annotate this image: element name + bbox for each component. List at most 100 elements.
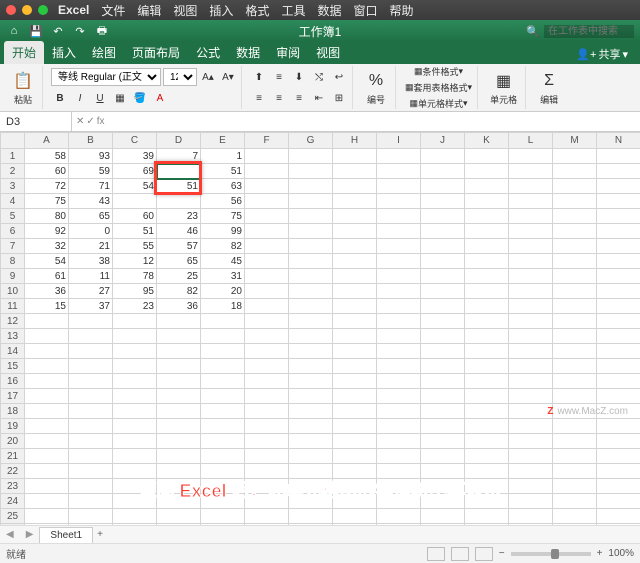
cell[interactable] xyxy=(25,359,69,374)
cell[interactable] xyxy=(245,359,289,374)
cell[interactable] xyxy=(333,404,377,419)
tab-review[interactable]: 审阅 xyxy=(268,41,308,64)
cell[interactable] xyxy=(465,299,509,314)
redo-icon[interactable]: ↷ xyxy=(72,23,88,39)
cell[interactable] xyxy=(553,269,597,284)
menu-data[interactable]: 数据 xyxy=(317,2,341,19)
row-header[interactable]: 25 xyxy=(1,509,25,524)
cell[interactable] xyxy=(421,359,465,374)
cell[interactable] xyxy=(465,404,509,419)
cell[interactable] xyxy=(553,344,597,359)
merge-button[interactable]: ⊞ xyxy=(330,89,348,107)
cell[interactable] xyxy=(289,254,333,269)
cell[interactable] xyxy=(465,509,509,524)
cell[interactable]: 72 xyxy=(25,179,69,194)
cell[interactable] xyxy=(421,284,465,299)
cell[interactable] xyxy=(553,224,597,239)
col-header[interactable]: G xyxy=(289,133,333,149)
cell[interactable]: 36 xyxy=(157,299,201,314)
cell[interactable] xyxy=(201,524,245,526)
cell[interactable] xyxy=(25,479,69,494)
cell[interactable] xyxy=(465,194,509,209)
cell[interactable] xyxy=(69,359,113,374)
cell[interactable] xyxy=(553,389,597,404)
cell[interactable] xyxy=(553,179,597,194)
cell[interactable] xyxy=(69,479,113,494)
cell[interactable] xyxy=(509,194,553,209)
menu-help[interactable]: 帮助 xyxy=(389,2,413,19)
cell[interactable] xyxy=(553,359,597,374)
cell[interactable] xyxy=(553,209,597,224)
cell[interactable] xyxy=(377,419,421,434)
cell[interactable] xyxy=(377,404,421,419)
cell[interactable] xyxy=(377,254,421,269)
cell[interactable] xyxy=(421,179,465,194)
cell[interactable] xyxy=(333,179,377,194)
align-center-icon[interactable]: ≡ xyxy=(270,89,288,107)
cell[interactable] xyxy=(289,344,333,359)
cell[interactable] xyxy=(157,524,201,526)
cell[interactable] xyxy=(509,224,553,239)
cell[interactable] xyxy=(421,509,465,524)
cell[interactable] xyxy=(25,344,69,359)
cell[interactable]: 57 xyxy=(157,239,201,254)
cell[interactable]: 36 xyxy=(25,284,69,299)
cell[interactable] xyxy=(25,404,69,419)
cell[interactable] xyxy=(509,164,553,179)
cell[interactable] xyxy=(509,374,553,389)
cell[interactable] xyxy=(553,479,597,494)
conditional-formatting-button[interactable]: ▦ 条件格式 ▾ xyxy=(404,64,473,79)
row-header[interactable]: 10 xyxy=(1,284,25,299)
cell[interactable] xyxy=(509,479,553,494)
cell[interactable]: 75 xyxy=(25,194,69,209)
cell[interactable] xyxy=(553,449,597,464)
cell[interactable] xyxy=(289,179,333,194)
cell[interactable] xyxy=(553,254,597,269)
align-top-icon[interactable]: ⬆ xyxy=(250,68,268,86)
row-header[interactable]: 5 xyxy=(1,209,25,224)
cell[interactable]: 51 xyxy=(157,179,201,194)
cell[interactable] xyxy=(289,509,333,524)
cell[interactable] xyxy=(421,149,465,164)
cell[interactable] xyxy=(245,344,289,359)
home-icon[interactable]: ⌂ xyxy=(6,23,22,39)
cell[interactable]: 0 xyxy=(69,224,113,239)
cell[interactable] xyxy=(421,314,465,329)
cell[interactable]: 60 xyxy=(25,164,69,179)
cell[interactable] xyxy=(597,254,640,269)
col-header[interactable]: E xyxy=(201,133,245,149)
cell[interactable] xyxy=(113,509,157,524)
row-header[interactable]: 21 xyxy=(1,449,25,464)
number-format-button[interactable]: % 编号 xyxy=(361,68,391,108)
share-button[interactable]: 👤+ 共享 ▾ xyxy=(570,44,634,64)
indent-dec-icon[interactable]: ⇤ xyxy=(310,89,328,107)
cell[interactable] xyxy=(597,149,640,164)
cell[interactable] xyxy=(333,359,377,374)
cell[interactable] xyxy=(553,164,597,179)
col-header[interactable]: J xyxy=(421,133,465,149)
fill-color-button[interactable]: 🪣 xyxy=(131,89,149,107)
cell[interactable] xyxy=(465,449,509,464)
cell[interactable] xyxy=(421,254,465,269)
row-header[interactable]: 1 xyxy=(1,149,25,164)
cell[interactable] xyxy=(289,224,333,239)
view-page-layout-button[interactable] xyxy=(451,547,469,561)
cell[interactable] xyxy=(597,419,640,434)
font-name-select[interactable]: 等线 Regular (正文) xyxy=(51,68,161,86)
cell[interactable] xyxy=(509,284,553,299)
cell[interactable]: 99 xyxy=(201,224,245,239)
cell[interactable] xyxy=(553,524,597,526)
cell[interactable] xyxy=(509,419,553,434)
cell[interactable]: 37 xyxy=(69,299,113,314)
cell[interactable] xyxy=(597,359,640,374)
cell[interactable]: 58 xyxy=(25,149,69,164)
cell[interactable] xyxy=(597,344,640,359)
col-header[interactable]: C xyxy=(113,133,157,149)
cell[interactable] xyxy=(333,314,377,329)
cell[interactable] xyxy=(201,344,245,359)
cell[interactable] xyxy=(333,524,377,526)
cell[interactable] xyxy=(377,329,421,344)
row-header[interactable]: 23 xyxy=(1,479,25,494)
cell[interactable] xyxy=(245,239,289,254)
cell[interactable] xyxy=(421,434,465,449)
